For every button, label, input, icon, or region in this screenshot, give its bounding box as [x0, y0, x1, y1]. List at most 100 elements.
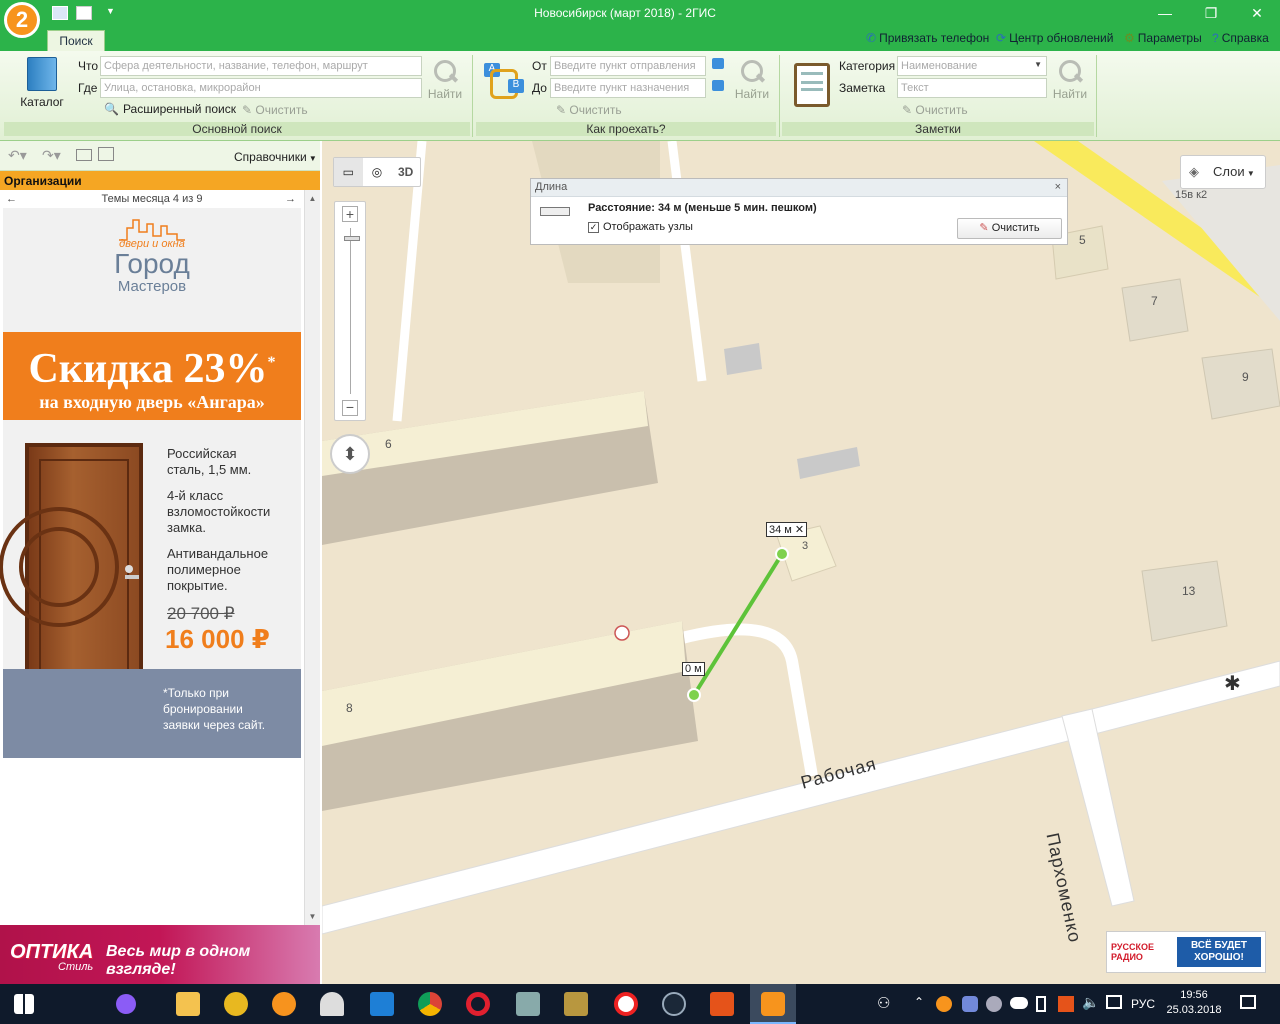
- 2gis-taskbar-button[interactable]: [750, 984, 796, 1024]
- scroll-up-icon[interactable]: ▲: [305, 194, 320, 203]
- notifications-icon[interactable]: [1240, 995, 1256, 1009]
- app-icon[interactable]: [516, 992, 540, 1016]
- note-input[interactable]: Текст: [897, 78, 1047, 98]
- measure-label-end[interactable]: 34 м ✕: [766, 522, 808, 537]
- tray-arrow-icon[interactable]: ⌃: [914, 995, 924, 1009]
- edge-icon[interactable]: [370, 992, 394, 1016]
- tray-steam-icon[interactable]: [986, 996, 1002, 1012]
- measure-end-value: 34 м: [769, 524, 792, 536]
- layers-button[interactable]: ◈ Слои ▼: [1180, 155, 1266, 189]
- measure-node-end[interactable]: [775, 547, 789, 561]
- advert-banner[interactable]: двери и окна Город Мастеров Скидка 23%* …: [0, 208, 301, 758]
- building-number[interactable]: 5: [1079, 233, 1086, 247]
- notes-find-button[interactable]: Найти: [1049, 59, 1091, 101]
- tray-discord-icon[interactable]: [962, 996, 978, 1012]
- yandex-browser-icon[interactable]: [614, 992, 638, 1016]
- find-button[interactable]: Найти: [424, 59, 466, 101]
- list-view-icon[interactable]: [76, 149, 92, 161]
- route-find-button[interactable]: Найти: [731, 59, 773, 101]
- close-icon[interactable]: ✕: [795, 524, 804, 536]
- ruler-tool-button[interactable]: ▭: [334, 158, 363, 186]
- print-list-icon[interactable]: [98, 147, 114, 161]
- cortana-icon[interactable]: [116, 994, 136, 1014]
- zoom-in-button[interactable]: +: [342, 206, 358, 222]
- bus-stop-icon[interactable]: ✱: [1224, 671, 1241, 696]
- notes-clipboard-icon[interactable]: [794, 63, 830, 107]
- building-number[interactable]: 3: [802, 540, 808, 552]
- pick-to-icon[interactable]: [712, 80, 724, 91]
- clear-search-link[interactable]: ✎ Очистить: [242, 103, 308, 117]
- app-icon[interactable]: [224, 992, 248, 1016]
- league-icon[interactable]: [564, 992, 588, 1016]
- scroll-down-icon[interactable]: ▼: [305, 912, 320, 921]
- clear-notes-link[interactable]: ✎ Очистить: [902, 103, 968, 117]
- tray-onedrive-icon[interactable]: [1010, 997, 1028, 1009]
- pick-from-icon[interactable]: [712, 58, 724, 69]
- show-nodes-checkbox[interactable]: ✓ Отображать узлы: [588, 221, 693, 233]
- windows-start-icon[interactable]: [14, 994, 34, 1014]
- building-number[interactable]: 8: [346, 701, 353, 715]
- input-language[interactable]: РУС: [1131, 997, 1155, 1011]
- maximize-button[interactable]: ❐: [1188, 0, 1234, 27]
- app-logo-icon[interactable]: 2: [4, 2, 40, 38]
- close-icon[interactable]: ×: [1055, 181, 1061, 193]
- compass-icon[interactable]: ⬍: [330, 434, 370, 474]
- link-bind-phone[interactable]: ✆ Привязать телефон: [866, 31, 989, 45]
- building-number[interactable]: 6: [385, 437, 392, 451]
- swirl-tool-button[interactable]: ◎: [363, 158, 392, 186]
- clear-route-link[interactable]: ✎ Очистить: [556, 103, 622, 117]
- zoom-out-button[interactable]: −: [342, 400, 358, 416]
- directories-dropdown[interactable]: Справочники ▼: [234, 150, 317, 164]
- link-help[interactable]: ? Справка: [1212, 31, 1269, 45]
- explorer-icon[interactable]: [176, 992, 200, 1016]
- checkbox-checked-icon[interactable]: ✓: [588, 221, 599, 233]
- zoom-track[interactable]: [350, 228, 351, 394]
- music-icon[interactable]: [272, 992, 296, 1016]
- arrow-left-icon[interactable]: ←: [6, 190, 17, 208]
- building-number[interactable]: 13: [1182, 584, 1195, 598]
- zoom-slider[interactable]: + −: [334, 201, 366, 421]
- opera-icon[interactable]: [466, 992, 490, 1016]
- radio-advert[interactable]: РУССКОЕ РАДИО ВСЁ БУДЕТ ХОРОШО!: [1106, 931, 1266, 973]
- scrollbar[interactable]: ▲ ▼: [304, 190, 320, 925]
- minimize-button[interactable]: —: [1142, 0, 1188, 27]
- mode-3d-button[interactable]: 3D: [391, 158, 420, 186]
- building-number[interactable]: 15в к2: [1175, 189, 1207, 201]
- from-input[interactable]: Введите пункт отправления: [550, 56, 706, 76]
- arrow-right-icon[interactable]: →: [285, 190, 296, 208]
- tab-search[interactable]: Поиск: [47, 30, 105, 51]
- map-canvas[interactable]: [322, 141, 1280, 984]
- zoom-handle[interactable]: [344, 236, 360, 241]
- building-number[interactable]: 7: [1151, 294, 1158, 308]
- measure-node-start[interactable]: [687, 688, 701, 702]
- catalog-button[interactable]: Каталог: [18, 57, 66, 113]
- forward-arrow-icon[interactable]: ↷▾: [42, 147, 61, 164]
- to-input[interactable]: Введите пункт назначения: [550, 78, 706, 98]
- clock[interactable]: 19:56 25.03.2018: [1166, 988, 1222, 1018]
- route-ab-icon[interactable]: A B: [484, 63, 524, 107]
- what-input[interactable]: Сфера деятельности, название, телефон, м…: [100, 56, 422, 76]
- optics-advert[interactable]: ОПТИКА Стиль Весь мир в одном взгляде!: [0, 925, 320, 984]
- steam-icon[interactable]: [662, 992, 686, 1016]
- pharmacy-icon[interactable]: [614, 625, 630, 641]
- link-settings[interactable]: ⚙ Параметры: [1124, 31, 1202, 45]
- tray-app-icon[interactable]: [1058, 996, 1074, 1012]
- category-select[interactable]: Наименование ▼: [897, 56, 1047, 76]
- link-update-center[interactable]: ⟳ Центр обновлений: [996, 31, 1113, 45]
- tray-battery-icon[interactable]: [1036, 996, 1046, 1012]
- advanced-search-link[interactable]: 🔍 Расширенный поиск: [104, 102, 236, 116]
- chrome-icon[interactable]: [418, 992, 442, 1016]
- distance-clear-button[interactable]: ✎ Очистить: [957, 218, 1062, 239]
- soundcloud-icon[interactable]: [320, 992, 344, 1016]
- back-arrow-icon[interactable]: ↶▾: [8, 147, 27, 164]
- volume-icon[interactable]: 🔈: [1082, 994, 1099, 1011]
- app-icon[interactable]: [710, 992, 734, 1016]
- network-icon[interactable]: [1106, 995, 1122, 1009]
- tray-2gis-icon[interactable]: [936, 996, 952, 1012]
- people-icon[interactable]: ⚇: [877, 994, 890, 1012]
- map-view[interactable]: 6 8 3 5 7 9 13 15в к2 Рабочая Пархоменко…: [322, 141, 1280, 984]
- close-button[interactable]: ✕: [1234, 0, 1280, 27]
- where-input[interactable]: Улица, остановка, микрорайон: [100, 78, 422, 98]
- advanced-search-label: Расширенный поиск: [122, 102, 236, 116]
- building-number[interactable]: 9: [1242, 370, 1249, 384]
